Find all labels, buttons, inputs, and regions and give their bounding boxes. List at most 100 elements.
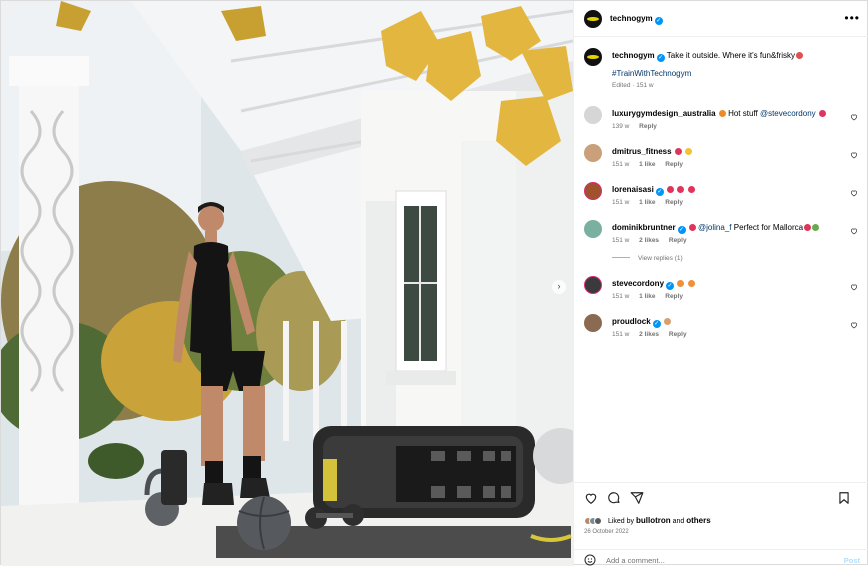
heart-eyes-emoji-icon	[688, 224, 696, 231]
post-date: 26 October 2022	[584, 529, 629, 535]
like-comment-heart-icon[interactable]	[850, 151, 858, 159]
comment-username[interactable]: lorenaisasi	[612, 185, 654, 194]
flexed-biceps-emoji-icon	[685, 148, 693, 155]
comment-username[interactable]: luxurygymdesign_australia	[612, 109, 716, 118]
replies-divider	[612, 257, 630, 258]
comment-mention[interactable]: @stevecordony	[760, 109, 816, 118]
caption: technogym ✓ Take it outside. Where it's f…	[584, 48, 866, 92]
reply-button[interactable]: Reply	[669, 237, 687, 244]
post-actions: Liked by bullotron and others 26 October…	[574, 482, 868, 572]
emoji-icon[interactable]	[584, 554, 596, 566]
like-comment-heart-icon[interactable]	[850, 227, 858, 235]
flexed-biceps-emoji-icon	[663, 318, 671, 325]
comment-item: luxurygymdesign_australia Hot stuff @ste…	[584, 106, 866, 136]
comment-likes[interactable]: 2 likes	[639, 237, 659, 244]
fire-emoji-icon	[718, 110, 726, 117]
heart-eyes-emoji-icon	[674, 148, 682, 155]
author-avatar[interactable]	[584, 48, 602, 66]
comment-time: 151 w	[612, 237, 630, 244]
post-image[interactable]: ›	[1, 1, 573, 566]
comment-input[interactable]: Add a comment...	[606, 556, 665, 565]
instagram-post-window: › technogym ✓ ••• technogym ✓ Take it outs…	[0, 0, 868, 566]
commenter-avatar[interactable]	[584, 276, 602, 294]
reply-button[interactable]: Reply	[665, 293, 683, 300]
like-comment-heart-icon[interactable]	[850, 321, 858, 329]
palm-tree-emoji-icon	[812, 224, 820, 231]
comment-text: proudlock ✓	[612, 316, 844, 328]
verified-icon: ✓	[656, 54, 665, 62]
comment-item: lorenaisasi ✓ 151 w 1 like Reply	[584, 182, 866, 212]
comment-time: 151 w	[612, 293, 630, 300]
comment-text: stevecordony ✓	[612, 278, 844, 290]
verified-icon: ✓	[677, 226, 686, 234]
comment-username[interactable]: dmitrus_fitness	[612, 147, 672, 156]
commenter-avatar[interactable]	[584, 314, 602, 332]
author-username[interactable]: technogym	[610, 14, 653, 23]
heart-icon[interactable]	[584, 491, 598, 505]
next-image-button[interactable]: ›	[552, 280, 566, 294]
comment-meta: 139 w Reply	[612, 123, 665, 130]
post-photo	[1, 1, 573, 566]
comment-text: dmitrus_fitness	[612, 146, 844, 157]
verified-icon: ✓	[655, 188, 664, 196]
comment-body: Hot stuff	[728, 109, 758, 118]
comment-text: luxurygymdesign_australia Hot stuff @ste…	[612, 108, 844, 119]
comment-item: dmitrus_fitness 151 w 1 like Reply	[584, 144, 866, 174]
comment-likes[interactable]: 1 like	[639, 161, 655, 168]
comment-meta: 151 w 1 like Reply	[612, 199, 691, 206]
reply-button[interactable]: Reply	[639, 123, 657, 130]
verified-icon: ✓	[666, 282, 675, 290]
comment-item: proudlock ✓ 151 w 2 likes Reply	[584, 314, 866, 344]
verified-icon: ✓	[654, 17, 663, 25]
orange-heart-emoji-icon	[687, 280, 695, 287]
comment-time: 151 w	[612, 331, 630, 338]
bookmark-icon[interactable]	[837, 491, 851, 505]
comment-time: 151 w	[612, 199, 630, 206]
heart-eyes-emoji-icon	[667, 186, 675, 193]
reply-button[interactable]: Reply	[669, 331, 687, 338]
comment-icon[interactable]	[607, 491, 621, 505]
liker-avatar	[594, 517, 602, 525]
post-sidebar: technogym ✓ ••• technogym ✓ Take it outsid…	[573, 1, 868, 566]
reply-button[interactable]: Reply	[665, 161, 683, 168]
comment-item: dominikbruntner ✓ @jolina_f Perfect for M…	[584, 220, 866, 250]
commenter-avatar[interactable]	[584, 182, 602, 200]
comment-username[interactable]: dominikbruntner	[612, 223, 676, 232]
caption-hashtag[interactable]: #TrainWithTechnogym	[612, 69, 691, 78]
kite-emoji-icon	[796, 52, 803, 59]
caption-username[interactable]: technogym	[612, 51, 655, 60]
comment-mention[interactable]: @jolina_f	[698, 223, 731, 232]
comment-username[interactable]: stevecordony	[612, 279, 664, 288]
view-replies-button[interactable]: View replies (1)	[612, 255, 683, 262]
like-comment-heart-icon[interactable]	[850, 283, 858, 291]
commenter-avatar[interactable]	[584, 106, 602, 124]
comment-likes[interactable]: 2 likes	[639, 331, 659, 338]
comment-likes[interactable]: 1 like	[639, 293, 655, 300]
comment-body: Perfect for Mallorca	[733, 223, 804, 232]
liked-by-others[interactable]: others	[686, 516, 710, 525]
author-avatar[interactable]	[584, 10, 602, 28]
commenter-avatar[interactable]	[584, 144, 602, 162]
add-comment-bar: Add a comment... Post	[574, 549, 868, 569]
orange-heart-emoji-icon	[677, 280, 685, 287]
heart-eyes-emoji-icon	[687, 186, 695, 193]
verified-icon: ✓	[652, 320, 661, 328]
comment-meta: 151 w 1 like Reply	[612, 293, 691, 300]
liked-by-prefix: Liked by	[607, 518, 635, 525]
more-icon[interactable]: •••	[844, 11, 860, 25]
post-comment-button[interactable]: Post	[844, 556, 860, 565]
post-header: technogym ✓ •••	[574, 1, 868, 37]
comment-username[interactable]: proudlock	[612, 317, 651, 326]
view-replies-label: View replies (1)	[638, 255, 683, 262]
commenter-avatar[interactable]	[584, 220, 602, 238]
like-comment-heart-icon[interactable]	[850, 113, 858, 121]
liked-by-user[interactable]: bullotron	[636, 516, 671, 525]
comment-likes[interactable]: 1 like	[639, 199, 655, 206]
comment-text: lorenaisasi ✓	[612, 184, 844, 196]
comment-meta: 151 w 1 like Reply	[612, 161, 691, 168]
reply-button[interactable]: Reply	[665, 199, 683, 206]
like-comment-heart-icon[interactable]	[850, 189, 858, 197]
caption-edited: Edited · 151 w	[612, 82, 654, 89]
share-icon[interactable]	[630, 491, 644, 505]
author-name-row: technogym ✓	[610, 14, 663, 25]
